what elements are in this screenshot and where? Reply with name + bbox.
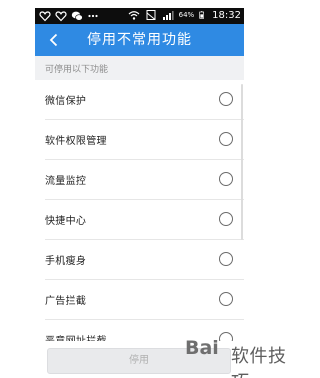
- watermark: Bai 软件技巧: [183, 335, 298, 378]
- list-item-app-permissions[interactable]: 软件权限管理: [35, 120, 244, 160]
- heart-outline-icon: [55, 11, 67, 22]
- radio-button[interactable]: [219, 212, 233, 226]
- battery-icon: [199, 11, 205, 19]
- page-title: 停用不常用功能: [87, 32, 192, 48]
- radio-button[interactable]: [219, 292, 233, 306]
- status-left-icons: [39, 10, 99, 22]
- heart-outline-icon: [39, 11, 51, 22]
- phone-screen: 64% 18:32 停用不常用功能 可停用以下功能 微信保护 软件权限管理 流量…: [35, 8, 244, 378]
- item-label: 手机瘦身: [45, 256, 87, 267]
- watermark-logo: Bai: [185, 337, 219, 359]
- item-label: 广告拦截: [45, 296, 87, 307]
- item-label: 快捷中心: [45, 216, 87, 227]
- wifi-icon: [128, 11, 140, 20]
- section-header: 可停用以下功能: [35, 56, 244, 80]
- clock: 18:32: [212, 9, 241, 21]
- status-right-icons: 64% 18:32: [128, 9, 241, 21]
- list-item-shortcut-center[interactable]: 快捷中心: [35, 200, 244, 240]
- list-item-ad-block[interactable]: 广告拦截: [35, 280, 244, 320]
- scrollbar[interactable]: [241, 84, 243, 240]
- radio-button[interactable]: [219, 132, 233, 146]
- section-caption: 可停用以下功能: [45, 65, 109, 75]
- radio-button[interactable]: [219, 92, 233, 106]
- battery-percent: 64%: [178, 11, 195, 19]
- app-bar: 停用不常用功能: [35, 24, 244, 56]
- item-label: 软件权限管理: [45, 136, 107, 147]
- wechat-icon: [71, 11, 83, 21]
- list-item-wechat-protect[interactable]: 微信保护: [35, 80, 244, 120]
- list-item-phone-slim[interactable]: 手机瘦身: [35, 240, 244, 280]
- radio-button[interactable]: [219, 172, 233, 186]
- item-label: 流量监控: [45, 176, 87, 187]
- list-item-data-monitor[interactable]: 流量监控: [35, 160, 244, 200]
- ellipsis-icon: [88, 14, 98, 18]
- signal-icon: [162, 11, 174, 20]
- item-label: 微信保护: [45, 96, 87, 107]
- radio-button[interactable]: [219, 252, 233, 266]
- watermark-text: 软件技巧: [231, 346, 287, 378]
- sim-icon: [146, 10, 156, 20]
- status-bar: 64% 18:32: [35, 8, 244, 24]
